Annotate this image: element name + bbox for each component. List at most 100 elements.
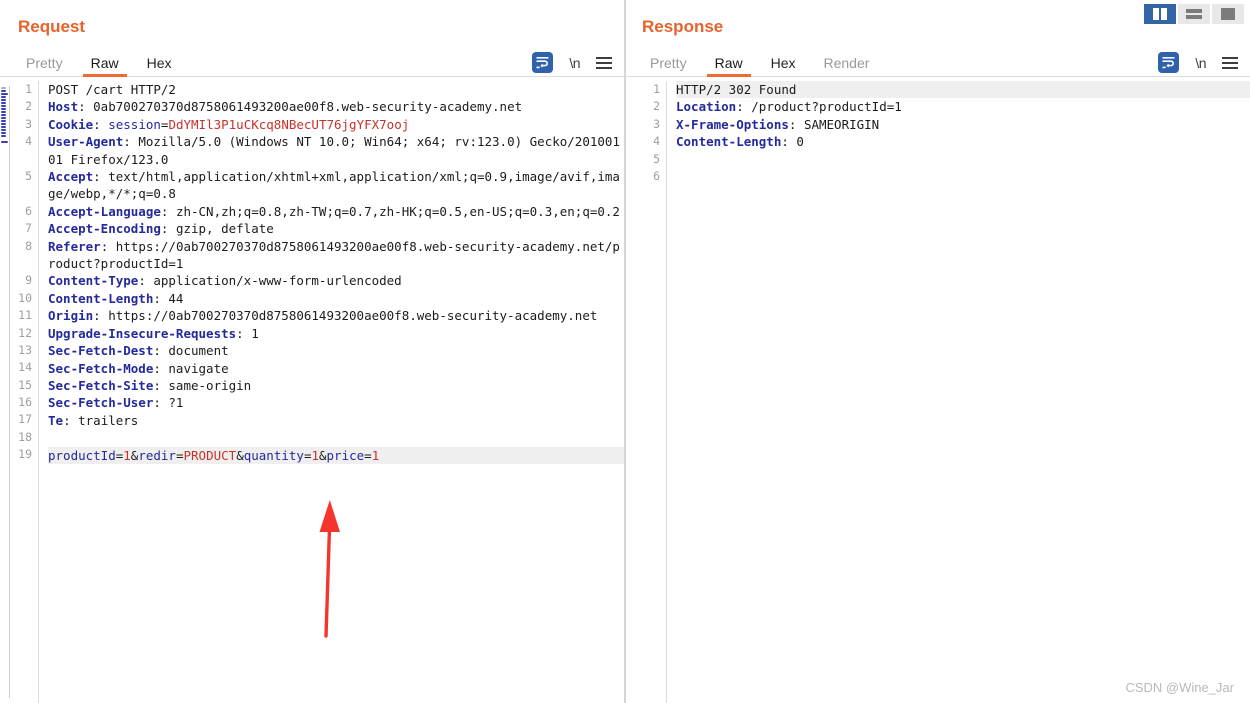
code-token: price [326,447,365,463]
code-token: : application/x-www-form-urlencoded [138,273,402,289]
code-line: Content-Type: application/x-www-form-url… [48,272,624,289]
code-token: = [175,447,184,463]
line-number: 1 [25,82,32,96]
request-code[interactable]: POST /cart HTTP/2 Host: 0ab700270370d8758… [39,77,624,703]
tab-request-raw[interactable]: Raw [77,52,133,77]
code-line: Upgrade-Insecure-Requests: 1 [48,325,624,342]
code-line: Sec-Fetch-Site: same-origin [48,377,624,394]
request-line-numbers: 1 2 3 4 5 6 7 8 9 10 11 12 13 14 15 16 17 18 19 [10,77,32,703]
code-token: : document [153,343,229,359]
request-tab-tools: \n [532,52,612,73]
request-editor[interactable]: 1 2 3 4 5 6 7 8 9 10 11 12 13 14 15 16 17 18 19 POST /cart… [0,77,624,703]
code-token: 1 [123,447,131,463]
code-line: Accept: text/html,application/xhtml+xml,… [48,168,624,203]
code-token: : navigate [153,360,229,376]
line-number: 3 [25,116,32,131]
code-token: & [319,447,327,463]
code-token: Te [48,412,64,428]
minimap-line [1,93,8,95]
code-token: : Mozilla/5.0 (Windows NT 10.0; Win64; x… [48,134,620,167]
response-tab-tools: \n [1158,52,1238,73]
code-token: : https://0ab700270370d8758061493200ae00… [93,308,598,324]
code-token: : trailers [63,412,139,428]
minimap-line [1,123,6,125]
newline-toggle[interactable]: \n [569,55,580,71]
code-line: X-Frame-Options: SAMEORIGIN [676,116,1250,133]
minimap-line [1,132,6,134]
minimap-line [1,114,6,116]
code-token: : ?1 [153,395,184,411]
code-line: Host: 0ab700270370d8758061493200ae00f8.w… [48,98,624,115]
code-line: Accept-Language: zh-CN,zh;q=0.8,zh-TW;q=… [48,203,624,220]
tab-response-hex[interactable]: Hex [757,52,810,77]
code-line: productId=1&redir=PRODUCT&quantity=1&pri… [48,446,624,464]
response-tabbar: Pretty Raw Hex Render \n [624,45,1250,77]
code-token: : [93,116,109,132]
code-line: Referer: https://0ab700270370d8758061493… [48,238,624,273]
line-number: 18 [18,429,32,444]
minimap-line [1,108,6,110]
code-token: : 44 [153,290,184,306]
code-line: User-Agent: Mozilla/5.0 (Windows NT 10.0… [48,133,624,168]
tab-request-pretty[interactable]: Pretty [12,52,77,77]
line-number: 2 [25,99,32,114]
layout-toggle-two-pane-vertical[interactable] [1144,4,1176,24]
tab-response-render[interactable]: Render [810,52,884,77]
request-pane-title: Request [18,17,86,36]
code-line: Sec-Fetch-Mode: navigate [48,360,624,377]
tab-response-raw[interactable]: Raw [701,52,757,77]
code-token: productId [48,447,116,463]
code-token: Accept-Language [48,203,161,219]
line-number: 3 [653,116,660,131]
code-line: HTTP/2 302 Found [676,81,1250,99]
minimap-line [1,138,6,140]
response-pane: Response Pretty Raw Hex Render \n 1 2 3 … [624,0,1250,703]
tab-response-pretty[interactable]: Pretty [636,52,701,77]
response-code[interactable]: HTTP/2 302 Found Location: /product?produ… [667,77,1250,703]
response-line-numbers: 1 2 3 4 5 6 [638,77,660,703]
code-line: Accept-Encoding: gzip, deflate [48,220,624,237]
code-token: X-Frame-Options [676,116,789,132]
code-line: Location: /product?productId=1 [676,98,1250,115]
request-menu-icon[interactable] [596,55,612,71]
line-number: 6 [653,168,660,183]
code-token: redir [138,447,176,463]
word-wrap-icon[interactable] [532,52,554,73]
request-pane: Request Pretty Raw Hex \n 1 2 3 4 5 6 7 8 … [0,0,624,703]
tab-request-hex[interactable]: Hex [133,52,186,77]
minimap-line [1,102,6,104]
word-wrap-icon[interactable] [1158,52,1180,73]
line-number: 6 [25,203,32,218]
response-menu-icon[interactable] [1222,55,1238,71]
layout-toggle-single-pane[interactable] [1212,4,1244,24]
line-number: 17 [18,412,32,427]
minimap-line [1,129,6,131]
single-pane-icon [1221,8,1235,20]
pane-divider[interactable] [624,0,626,703]
request-minimap[interactable] [0,86,10,698]
watermark: CSDN @Wine_Jar [1125,680,1234,695]
minimap-line [1,105,6,107]
code-token: : https://0ab700270370d8758061493200ae00… [48,238,620,272]
code-token: HTTP/2 302 Found [676,82,797,97]
minimap-line [1,141,8,143]
code-token: Cookie [48,116,94,132]
minimap-line [1,117,6,119]
line-number: 8 [25,238,32,253]
code-token: : 0ab700270370d8758061493200ae00f8.web-s… [78,99,523,115]
code-token: Host [48,99,79,115]
minimap-line [1,111,6,113]
code-token: Content-Type [48,273,139,289]
line-number: 1 [653,82,660,96]
line-number: 9 [25,273,32,288]
code-line: Content-Length: 44 [48,290,624,307]
response-editor[interactable]: 123456 HTTP/2 302 Found Location: /produc… [624,77,1250,703]
code-token: 1 [311,447,319,463]
code-token: Accept [48,169,94,185]
code-line: Content-Length: 0 [676,133,1250,150]
code-token: Referer [48,238,101,254]
layout-toggle-two-pane-horizontal[interactable] [1178,4,1210,24]
newline-toggle[interactable]: \n [1195,55,1206,71]
